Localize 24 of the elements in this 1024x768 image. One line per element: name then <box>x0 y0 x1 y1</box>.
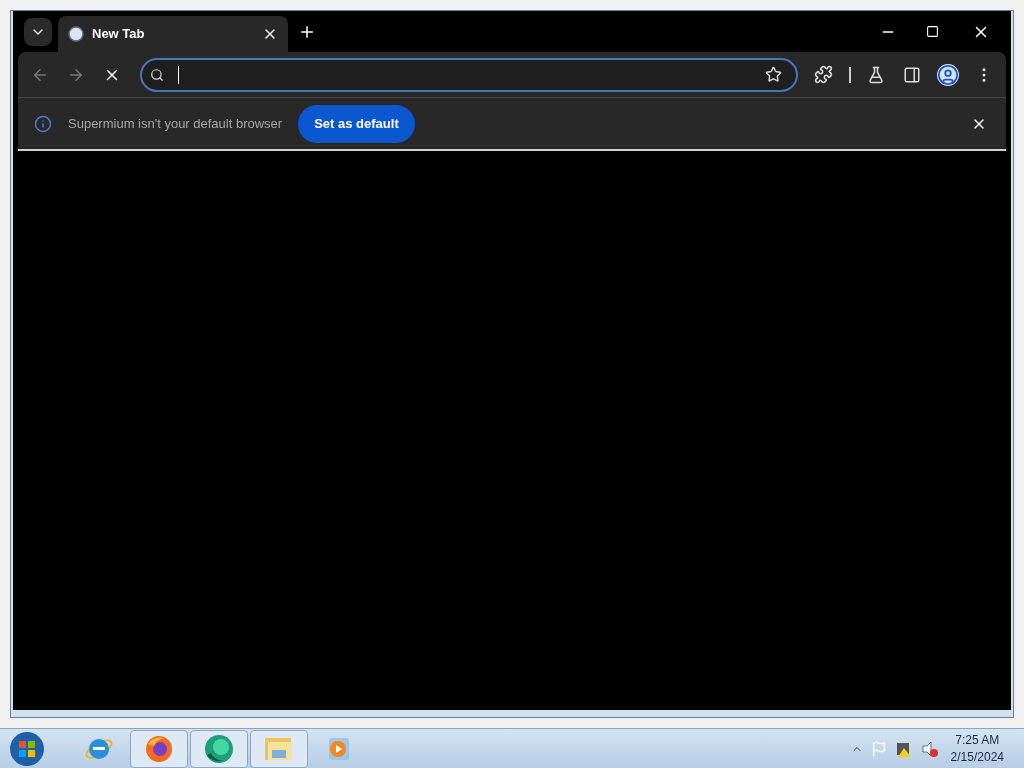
info-icon <box>34 114 52 133</box>
profile-icon[interactable] <box>937 63 959 86</box>
infobar-message: Supermium isn't your default browser <box>68 114 283 133</box>
start-button[interactable] <box>8 729 46 768</box>
browser-tab[interactable]: New Tab <box>58 16 288 52</box>
search-icon <box>150 67 164 82</box>
puzzle-icon[interactable] <box>814 65 833 84</box>
address-field[interactable] <box>140 57 798 92</box>
set-default-button[interactable]: Set as default <box>298 104 415 143</box>
speaker-muted-icon[interactable] <box>920 739 939 758</box>
fox-globe-icon <box>144 733 174 764</box>
side-panel-icon[interactable] <box>903 65 921 84</box>
globe-icon <box>68 26 84 42</box>
clock-time[interactable]: 7:25 AM <box>955 731 1000 749</box>
star-icon[interactable] <box>765 66 782 83</box>
tab-search-button[interactable] <box>24 17 52 46</box>
maximize-icon[interactable] <box>926 25 939 38</box>
flask-icon[interactable] <box>867 65 885 84</box>
taskbar-app[interactable] <box>130 729 188 768</box>
play-icon <box>326 735 352 762</box>
globe-icon <box>203 732 235 765</box>
clock-date[interactable]: 2/15/2024 <box>950 748 1004 766</box>
taskbar-app[interactable] <box>190 729 248 768</box>
tab-title: New Tab <box>92 25 146 44</box>
